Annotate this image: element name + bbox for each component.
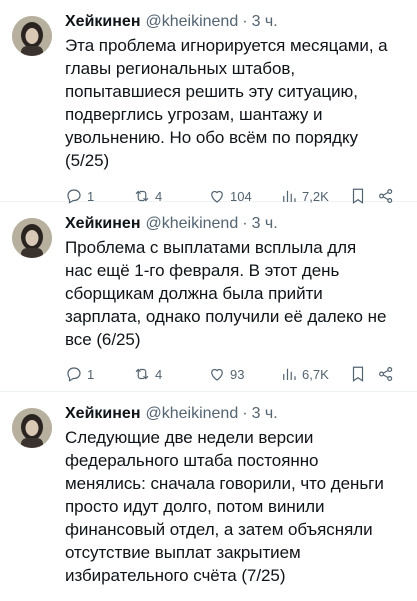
tweet-text: Следующие две недели версии федерального… xyxy=(65,426,409,587)
author-name[interactable]: Хейкинен xyxy=(65,405,140,423)
share-button[interactable] xyxy=(377,365,395,383)
reply-count: 1 xyxy=(87,366,95,382)
views-button[interactable]: 6,7K xyxy=(280,365,329,383)
tweet-header: Хейкинен @kheikinend · 3 ч. xyxy=(65,212,409,236)
tweet-text-line: Эта проблема игнорируется месяцами, а xyxy=(65,36,388,55)
avatar-image xyxy=(12,16,52,56)
author-name[interactable]: Хейкинен xyxy=(65,215,140,233)
tweet-text-line: главы региональных штабов, xyxy=(65,59,296,78)
avatar-image xyxy=(12,218,52,258)
bookmark-icon xyxy=(352,366,364,382)
tweet-header: Хейкинен @kheikinend · 3 ч. xyxy=(65,402,409,426)
tweet-timestamp[interactable]: 3 ч. xyxy=(252,405,278,423)
tweet-text-line: финансовый отдел, а затем объясняли xyxy=(65,520,373,539)
author-name[interactable]: Хейкинен xyxy=(65,13,140,31)
tweet-text: Эта проблема игнорируется месяцами, а гл… xyxy=(65,34,409,172)
separator-dot: · xyxy=(242,215,248,232)
tweet-text-line: (5/25) xyxy=(65,151,110,170)
tweet-text: Проблема с выплатами всплыла для нас ещё… xyxy=(65,236,409,351)
tweet-text-line: Следующие две недели версии xyxy=(65,428,314,447)
retweet-icon xyxy=(135,368,149,380)
tweet-text-line: зарплата, однако получили её далеко не xyxy=(65,307,387,326)
heart-icon xyxy=(211,368,223,381)
avatar-image xyxy=(12,408,52,448)
reply-icon xyxy=(67,367,81,382)
author-handle[interactable]: @kheikinend xyxy=(145,405,238,423)
share-icon xyxy=(379,367,393,381)
tweet-6-of-25[interactable]: Хейкинен @kheikinend · 3 ч. Проблема с в… xyxy=(0,202,417,392)
avatar[interactable] xyxy=(12,16,52,56)
tweet-text-line: избирательного счёта (7/25) xyxy=(65,566,286,585)
retweet-count: 4 xyxy=(155,366,163,382)
author-handle[interactable]: @kheikinend xyxy=(145,215,238,233)
separator-dot: · xyxy=(242,405,248,422)
like-button[interactable]: 93 xyxy=(208,365,244,383)
tweet-text-line: сборщикам должна была прийти xyxy=(65,284,323,303)
tweet-text-line: Проблема с выплатами всплыла для xyxy=(65,238,357,257)
reply-button[interactable]: 1 xyxy=(65,365,94,383)
tweet-text-line: подверглись угрозам, шантажу и xyxy=(65,105,323,124)
retweet-button[interactable]: 4 xyxy=(133,365,162,383)
tweet-text-line: просто идут долго, потом винили xyxy=(65,497,325,516)
tweet-text-line: увольнению. Но обо всём по порядку xyxy=(65,128,359,147)
tweet-5-of-25[interactable]: Хейкинен @kheikinend · 3 ч. Эта проблема… xyxy=(0,0,417,204)
bookmark-button[interactable] xyxy=(349,365,367,383)
views-count: 6,7K xyxy=(302,366,329,382)
avatar[interactable] xyxy=(12,218,52,258)
avatar[interactable] xyxy=(12,408,52,448)
tweet-text-line: менялись: сначала говорили, что деньги xyxy=(65,474,384,493)
tweet-timestamp[interactable]: 3 ч. xyxy=(252,215,278,233)
separator-dot: · xyxy=(242,13,248,30)
tweet-timestamp[interactable]: 3 ч. xyxy=(252,13,278,31)
tweet-text-line: федерального штаба постоянно xyxy=(65,451,319,470)
tweet-text-line: отсутствие выплат закрытием xyxy=(65,543,301,562)
tweet-header: Хейкинен @kheikinend · 3 ч. xyxy=(65,10,409,34)
tweet-text-line: все (6/25) xyxy=(65,330,141,349)
like-count: 93 xyxy=(230,366,245,382)
tweet-actions: 1 4 93 6,7K xyxy=(65,364,409,384)
tweet-text-line: нас ещё 1-го февраля. В этот день xyxy=(65,261,340,280)
tweet-text-line: попытавшиеся решить эту ситуацию, xyxy=(65,82,358,101)
tweet-7-of-25[interactable]: Хейкинен @kheikinend · 3 ч. Следующие дв… xyxy=(0,392,417,601)
author-handle[interactable]: @kheikinend xyxy=(145,13,238,31)
views-icon xyxy=(283,368,296,380)
